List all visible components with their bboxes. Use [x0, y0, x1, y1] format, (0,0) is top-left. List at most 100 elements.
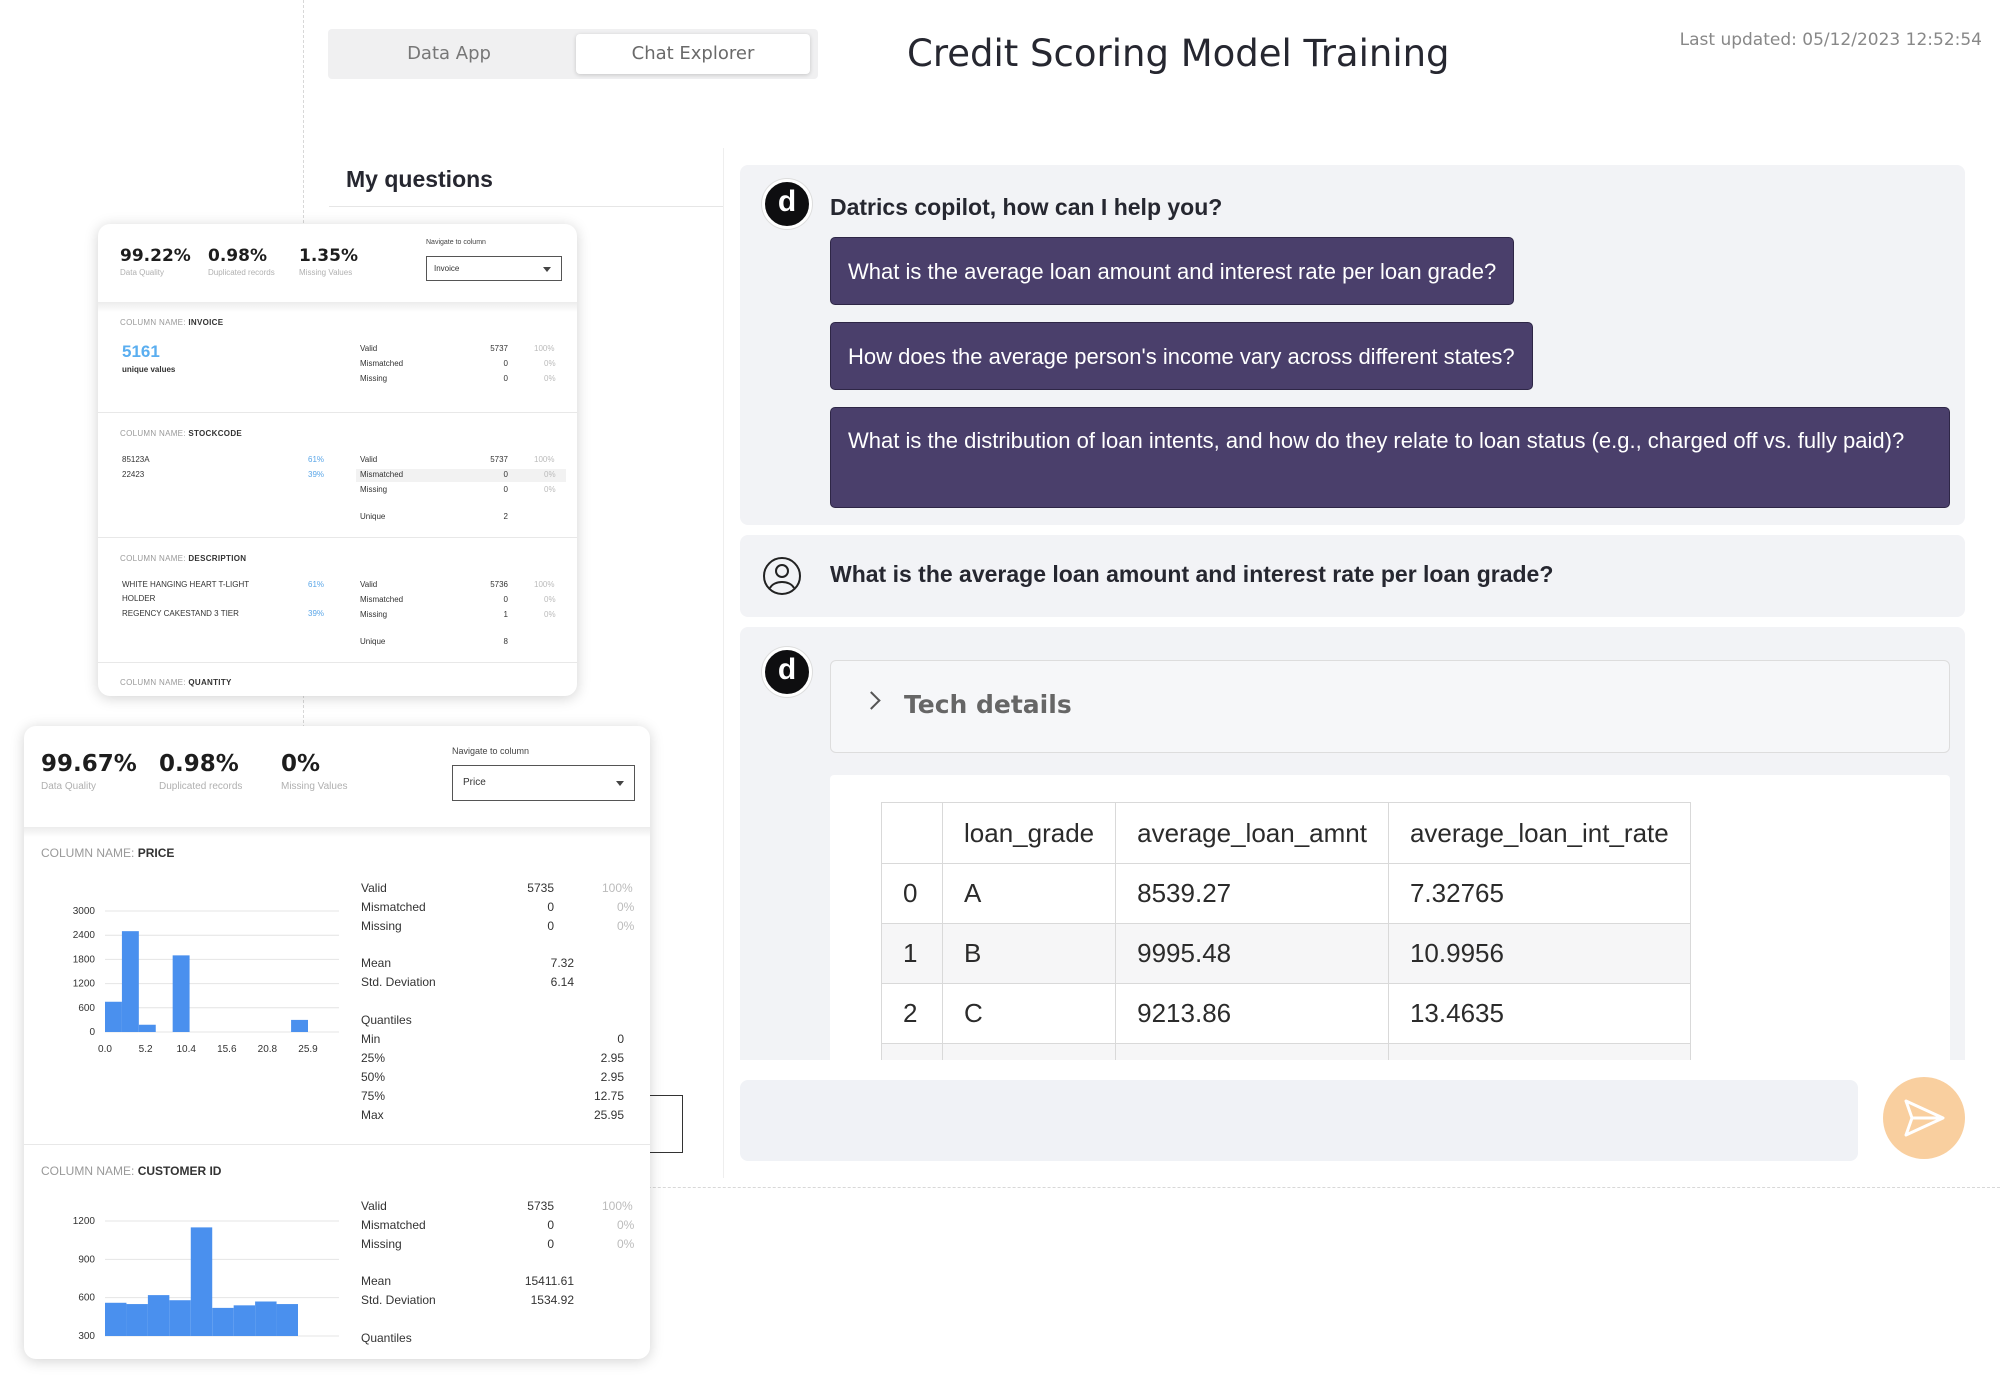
- histogram-bar: [169, 1300, 191, 1336]
- missing-count: 0: [503, 374, 508, 383]
- column-name-description: COLUMN NAME: DESCRIPTION: [120, 554, 246, 563]
- column-header: loan_grade: [941, 802, 1117, 864]
- category-value: 85123A: [122, 455, 150, 464]
- assistant-avatar-icon: d: [762, 179, 812, 229]
- missing-values-label: Missing Values: [281, 781, 348, 792]
- quantile-label: Max: [361, 1108, 384, 1122]
- column-name-value: DESCRIPTION: [188, 554, 247, 563]
- chat-area: d Datrics copilot, how can I help you? W…: [740, 165, 1965, 1060]
- quantile-label: Min: [361, 1032, 381, 1046]
- table-row: 0 A 8539.27 7.32765: [881, 863, 1691, 924]
- histogram-bar: [172, 955, 190, 1032]
- quantile-label: 75%: [361, 1089, 386, 1103]
- table-cell: 13.4635: [1387, 983, 1691, 1044]
- missing-label: Missing: [360, 485, 388, 494]
- data-quality-card-invoice: 99.22% Data Quality 0.98% Duplicated rec…: [98, 224, 577, 696]
- tab-data-app[interactable]: Data App: [334, 34, 564, 74]
- quantile-label: 50%: [361, 1070, 386, 1084]
- mismatched-pct: 0%: [544, 595, 556, 604]
- user-avatar-icon: [763, 557, 801, 595]
- table-header-row: loan_grade average_loan_amnt average_loa…: [881, 802, 1691, 864]
- table-cell: B: [941, 923, 1117, 984]
- data-quality-value: 99.22%: [120, 246, 191, 266]
- mismatched-count: 0: [503, 595, 508, 604]
- mismatched-label: Mismatched: [360, 595, 404, 604]
- duplicated-records-value: 0.98%: [159, 751, 239, 777]
- valid-label: Valid: [360, 455, 378, 464]
- table-row: [881, 1043, 1691, 1060]
- table-cell: A: [941, 863, 1117, 924]
- chat-input[interactable]: [740, 1080, 1858, 1161]
- column-name-stockcode: COLUMN NAME: STOCKCODE: [120, 429, 242, 438]
- suggestion-button[interactable]: What is the distribution of loan intents…: [830, 407, 1950, 508]
- std-value: 1534.92: [530, 1293, 574, 1307]
- mismatched-label: Mismatched: [360, 470, 404, 479]
- std-label: Std. Deviation: [361, 975, 436, 989]
- unique-label: Unique: [360, 512, 386, 521]
- x-tick-label: 10.4: [176, 1044, 196, 1055]
- mean-label: Mean: [361, 956, 392, 970]
- y-tick-label: 1200: [73, 1216, 96, 1227]
- navigate-column-select[interactable]: Price: [452, 765, 635, 801]
- histogram-bar: [147, 1295, 170, 1336]
- column-header: average_loan_int_rate: [1387, 802, 1691, 864]
- table-cell: C: [941, 983, 1117, 1044]
- valid-count: 5737: [490, 344, 508, 353]
- unique-count: 2: [503, 512, 508, 521]
- valid-count: 5737: [490, 455, 508, 464]
- navigate-column-select[interactable]: Invoice: [426, 256, 562, 281]
- table-cell: [941, 1043, 1117, 1060]
- mismatched-label: Mismatched: [361, 1218, 426, 1232]
- column-name-value: INVOICE: [188, 318, 224, 327]
- valid-pct: 100%: [534, 344, 555, 353]
- category-pct: 39%: [308, 470, 325, 479]
- quantiles-label: Quantiles: [361, 1331, 412, 1345]
- missing-pct: 0%: [617, 919, 635, 933]
- unique-label: Unique: [360, 637, 386, 646]
- histogram-bar: [105, 1001, 122, 1032]
- valid-pct: 100%: [602, 881, 633, 895]
- duplicated-records-label: Duplicated records: [208, 268, 275, 277]
- divider: [98, 537, 577, 538]
- data-quality-label: Data Quality: [41, 781, 97, 792]
- table-cell: 9995.48: [1115, 923, 1389, 984]
- histogram-bar: [255, 1301, 277, 1336]
- mean-value: 7.32: [550, 956, 574, 970]
- tech-details-expander[interactable]: Tech details: [830, 660, 1950, 753]
- valid-label: Valid: [360, 344, 378, 353]
- quantile-value: 2.95: [600, 1070, 624, 1084]
- quantile-value: 0: [617, 1032, 624, 1046]
- std-value: 6.14: [550, 975, 574, 989]
- mismatched-pct: 0%: [544, 470, 556, 479]
- mismatched-label: Mismatched: [360, 359, 404, 368]
- my-questions-heading: My questions: [346, 166, 493, 192]
- result-table-container: loan_grade average_loan_amnt average_loa…: [830, 775, 1950, 1060]
- table-row: 1 B 9995.48 10.9956: [881, 923, 1691, 984]
- y-tick-label: 300: [78, 1331, 95, 1342]
- result-table: loan_grade average_loan_amnt average_loa…: [881, 802, 1691, 1060]
- histogram-bar: [233, 1305, 256, 1336]
- missing-label: Missing: [361, 1237, 402, 1251]
- column-name-prefix: COLUMN NAME:: [120, 318, 186, 327]
- missing-count: 0: [547, 919, 554, 933]
- category-value: 22423: [122, 470, 145, 479]
- histogram-bar: [105, 1302, 127, 1336]
- y-tick-label: 3000: [73, 906, 96, 917]
- mismatched-count: 0: [547, 900, 554, 914]
- suggestion-button[interactable]: How does the average person's income var…: [830, 322, 1533, 390]
- table-cell: 1: [881, 923, 943, 984]
- y-tick-label: 600: [78, 1003, 95, 1014]
- category-pct: 39%: [308, 609, 325, 618]
- tab-chat-explorer[interactable]: Chat Explorer: [576, 34, 810, 74]
- valid-count: 5735: [527, 881, 554, 895]
- send-button[interactable]: [1883, 1077, 1965, 1159]
- unique-count: 5161: [122, 342, 160, 361]
- suggestion-button[interactable]: What is the average loan amount and inte…: [830, 237, 1515, 305]
- y-tick-label: 0: [89, 1027, 95, 1038]
- table-cell: 7.32765: [1387, 863, 1691, 924]
- y-tick-label: 1800: [73, 954, 96, 965]
- x-tick-label: 0.0: [98, 1044, 112, 1055]
- x-tick-label: 25.9: [298, 1044, 318, 1055]
- histogram-bar: [190, 1227, 213, 1336]
- mismatched-count: 0: [503, 359, 508, 368]
